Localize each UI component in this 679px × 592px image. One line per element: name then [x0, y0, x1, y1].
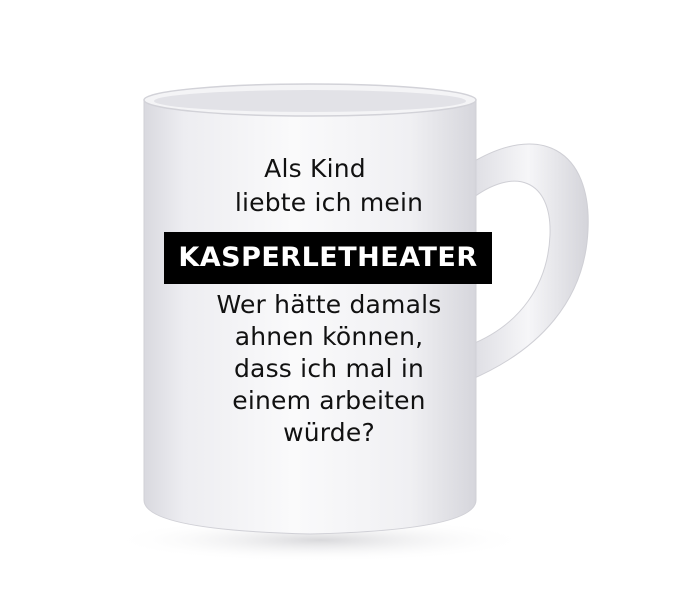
print-line-7: würde? [283, 418, 375, 447]
print-banner-text: KASPERLETHEATER [178, 242, 478, 273]
mug-print-area: Als Kind liebte ich mein KASPERLETHEATER… [150, 148, 492, 458]
print-line-1: Als Kind [264, 154, 366, 183]
print-line-6: einem arbeiten [232, 386, 426, 415]
print-banner: KASPERLETHEATER [164, 232, 492, 284]
print-line-4: ahnen können, [234, 322, 424, 351]
product-photo: Als Kind liebte ich mein KASPERLETHEATER… [0, 0, 679, 592]
print-line-2: liebte ich mein [234, 188, 424, 217]
print-line-3: Wer hätte damals [216, 290, 442, 319]
mug-opening [154, 90, 466, 112]
print-line-5: dass ich mal in [233, 354, 425, 383]
